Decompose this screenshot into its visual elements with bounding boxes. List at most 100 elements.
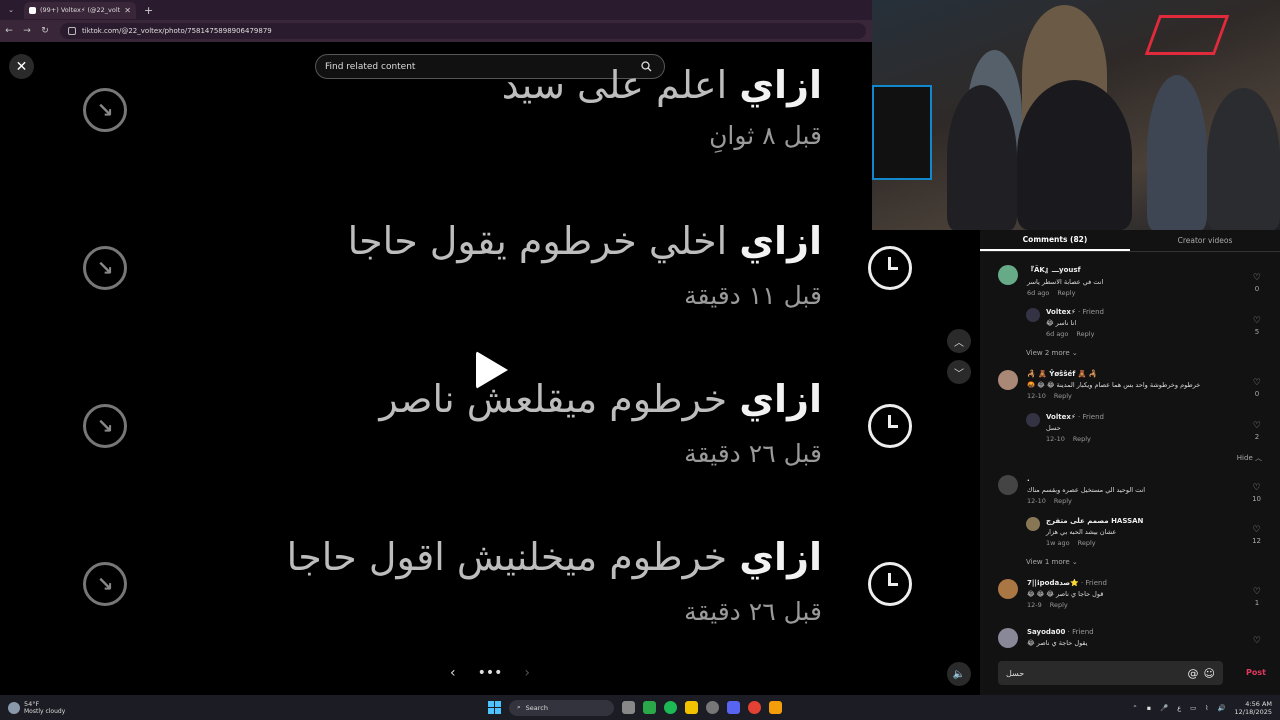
url-field[interactable]: tiktok.com/@22_voltex/photo/758147589890… <box>60 23 866 39</box>
avatar[interactable] <box>998 475 1018 495</box>
chevron-up-icon[interactable]: ⌃ <box>1132 704 1137 712</box>
avatar[interactable] <box>1026 413 1040 427</box>
taskbar-search[interactable]: ⌕ Search <box>509 699 614 716</box>
comment-author[interactable]: . <box>1027 475 1145 483</box>
keyboard-icon[interactable]: ع <box>1177 704 1181 712</box>
system-clock[interactable]: 4:56 AM 12/18/2025 <box>1235 700 1272 716</box>
view-more-replies[interactable]: View 1 more ⌄ <box>1026 558 1078 566</box>
tiktok-favicon-icon <box>29 6 36 14</box>
heart-icon: ♡ <box>1252 636 1261 646</box>
avatar[interactable] <box>998 579 1018 599</box>
tab-comments[interactable]: Comments (82) <box>980 230 1130 251</box>
post-button[interactable]: Post <box>1246 668 1266 677</box>
chrome-icon[interactable] <box>748 701 761 714</box>
like-button[interactable]: ♡ <box>1253 636 1261 647</box>
reply-link[interactable]: Reply <box>1076 330 1094 338</box>
volume-icon[interactable]: 🔊 <box>1217 704 1225 712</box>
task-view-icon[interactable] <box>622 701 635 714</box>
chevron-right-icon[interactable]: › <box>524 665 530 681</box>
reply-link[interactable]: Reply <box>1057 289 1075 297</box>
comments-panel: Comments (82) Creator videos 『ÃK』ـــyous… <box>980 230 1280 695</box>
browser-tab[interactable]: (99+) Voltex⚡ (@22_voltex) | T ✕ <box>24 1 136 19</box>
comment-text: قول حاجا ي ناصر 😂 😂 😂 <box>1027 590 1104 598</box>
like-button[interactable]: ♡ 5 <box>1253 316 1261 338</box>
browser-tab-bar: ⌄ (99+) Voltex⚡ (@22_voltex) | T ✕ + <box>0 0 872 20</box>
microphone-icon[interactable]: 🎤 <box>1160 704 1168 712</box>
reply-link[interactable]: Reply <box>1054 497 1072 505</box>
edge-icon[interactable] <box>643 701 656 714</box>
tab-list-chevron-icon[interactable]: ⌄ <box>4 3 18 17</box>
windows-start-icon[interactable] <box>488 701 501 714</box>
like-button[interactable]: ♡ 10 <box>1252 483 1261 505</box>
weather-widget[interactable]: 54°F Mostly cloudy <box>8 700 128 715</box>
previous-post-button[interactable]: ︿ <box>947 329 971 353</box>
comment-author[interactable]: 『ÃK』ـــyousf <box>1027 265 1103 275</box>
hide-replies-link[interactable]: Hide ︿ <box>1237 453 1262 463</box>
heart-icon: ♡ <box>1252 316 1261 326</box>
reply-link[interactable]: Reply <box>1054 392 1072 400</box>
photo-viewer: ✕ Find related content ↘ ازاي اعلم على س… <box>0 43 980 695</box>
tray-app-icon[interactable]: ▪ <box>1147 704 1151 712</box>
new-tab-icon[interactable]: + <box>144 4 153 17</box>
comment-author[interactable]: Sayoda00 · Friend <box>1027 628 1094 636</box>
monitor-icon[interactable]: ▭ <box>1190 704 1196 712</box>
comment-text: انا ناسر 😂 <box>1046 319 1077 327</box>
chevron-left-icon[interactable]: ‹ <box>450 665 456 681</box>
row-title: ازاي خرطوم ميخلنيش اقول حاجا <box>286 535 822 579</box>
reply-link[interactable]: Reply <box>1078 539 1096 547</box>
emoji-icon[interactable]: ☺ <box>1204 667 1215 680</box>
comment-text: خرطوم وخرطوشة واحد بس هما عصام ويكبار ال… <box>1027 381 1201 389</box>
cloud-icon <box>8 701 20 714</box>
person-image <box>1207 88 1280 230</box>
avatar[interactable] <box>998 628 1018 648</box>
like-button[interactable]: ♡ 1 <box>1253 587 1261 609</box>
discord-icon[interactable] <box>727 701 740 714</box>
volume-button[interactable]: 🔈 <box>947 662 971 686</box>
row-title: ازاي اعلم على سيد <box>501 63 822 107</box>
comment-input[interactable]: حسل @ ☺ <box>998 661 1223 685</box>
file-explorer-icon[interactable] <box>685 701 698 714</box>
next-post-button[interactable]: ﹀ <box>947 360 971 384</box>
network-icon[interactable]: ⌇ <box>1205 704 1208 712</box>
reply-link[interactable]: Reply <box>1050 601 1068 609</box>
play-icon[interactable] <box>476 351 508 389</box>
like-button[interactable]: ♡ 2 <box>1253 421 1261 443</box>
panel-tabs: Comments (82) Creator videos <box>980 230 1280 252</box>
pc-case-image <box>872 85 932 180</box>
forward-icon[interactable]: → <box>18 26 36 36</box>
app-icon[interactable] <box>769 701 782 714</box>
back-icon[interactable]: ← <box>0 26 18 36</box>
heart-icon: ♡ <box>1252 483 1261 493</box>
reply-link[interactable]: Reply <box>1073 435 1091 443</box>
avatar[interactable] <box>998 265 1018 285</box>
clock-icon <box>868 404 912 448</box>
like-button[interactable]: ♡ 12 <box>1252 525 1261 547</box>
spotify-icon[interactable] <box>664 701 677 714</box>
site-info-icon[interactable] <box>68 27 76 35</box>
view-more-replies[interactable]: View 2 more ⌄ <box>1026 349 1078 357</box>
comment-author[interactable]: 🦂 🧸 Ŷøŝŝéf 🧸 🦂 <box>1027 370 1200 378</box>
comment-text: عشان بيشد الحبه بي هزار <box>1046 528 1117 536</box>
tab-creator-videos[interactable]: Creator videos <box>1130 230 1280 251</box>
heart-icon: ♡ <box>1252 587 1261 597</box>
comment-author[interactable]: مصمم على متفرج HASSAN <box>1046 517 1143 525</box>
comment-text: انت الوحيد الي مستخيل عصره وبقسم مناك <box>1027 486 1146 494</box>
weather-desc: Mostly cloudy <box>24 708 66 715</box>
mention-icon[interactable]: @ <box>1188 667 1199 680</box>
like-button[interactable]: ♡ 0 <box>1253 378 1261 400</box>
person-image <box>1147 75 1207 230</box>
avatar[interactable] <box>1026 308 1040 322</box>
comment-author[interactable]: Voltex⚡ · Friend <box>1046 413 1104 421</box>
url-text: tiktok.com/@22_voltex/photo/758147589890… <box>82 27 272 35</box>
comment-author[interactable]: Voltex⚡ · Friend <box>1046 308 1104 316</box>
like-button[interactable]: ♡ 0 <box>1253 273 1261 295</box>
comment-date: 6d ago <box>1027 289 1050 297</box>
avatar[interactable] <box>1026 517 1040 531</box>
comment-author[interactable]: 7||ℹpodaصد⭐ · Friend <box>1027 579 1107 587</box>
tab-close-icon[interactable]: ✕ <box>124 6 131 15</box>
reload-icon[interactable]: ↻ <box>36 26 54 36</box>
avatar[interactable] <box>998 370 1018 390</box>
speaker-icon: 🔈 <box>952 668 966 680</box>
steam-icon[interactable] <box>706 701 719 714</box>
photo-pager: ‹ ••• › <box>450 665 530 681</box>
